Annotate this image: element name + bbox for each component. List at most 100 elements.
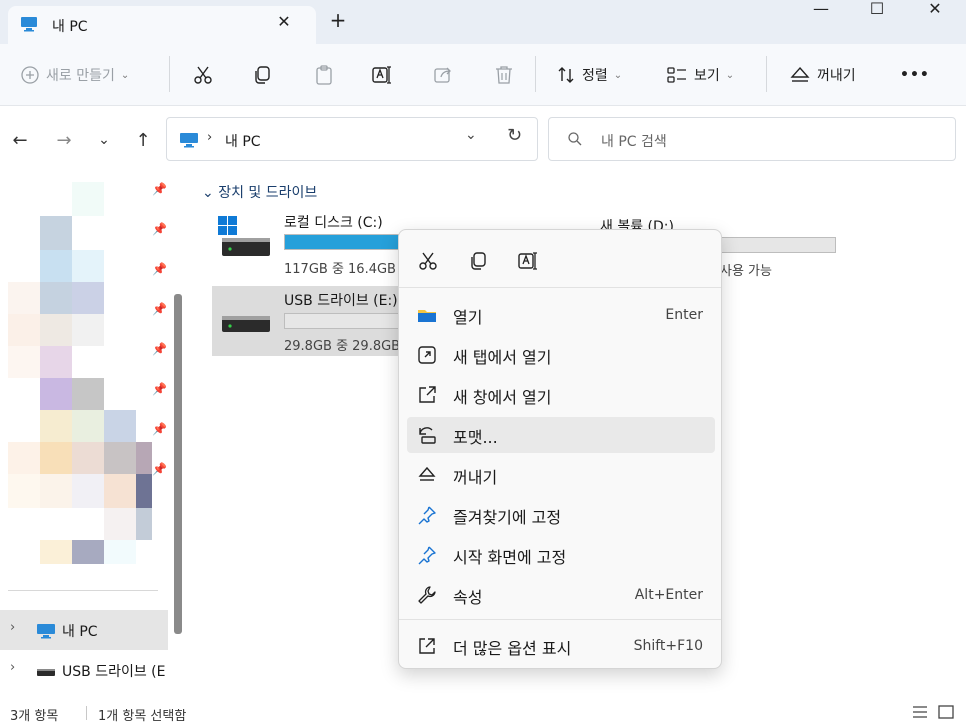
close-button[interactable]: ✕ — [910, 0, 960, 32]
pin-icon: 📌 — [152, 222, 167, 236]
menu-item-label: 즐겨찾기에 고정 — [453, 508, 562, 527]
rename-button[interactable] — [371, 60, 393, 90]
more-button[interactable]: ••• — [900, 60, 930, 90]
blurred-region — [40, 474, 72, 508]
monitor-icon — [179, 132, 199, 152]
search-icon — [567, 131, 583, 151]
sidebar-item-usb-drive[interactable]: › USB 드라이브 (E — [0, 650, 168, 690]
drive-icon — [218, 216, 274, 266]
menu-item-label: 시작 화면에 고정 — [453, 548, 567, 567]
title-bar: 내 PC ✕ + — ☐ ✕ — [0, 0, 966, 44]
blurred-region — [72, 282, 104, 314]
menu-item-properties[interactable]: 속성 Alt+Enter — [407, 577, 715, 613]
breadcrumb-this-pc[interactable]: 내 PC — [225, 131, 261, 151]
open-in-window-icon — [417, 385, 437, 405]
monitor-icon — [20, 16, 38, 32]
blurred-region — [40, 282, 72, 314]
status-divider — [86, 706, 87, 720]
blurred-region — [40, 410, 72, 442]
drive-space: 117GB 중 16.4GB — [284, 262, 396, 277]
forward-button[interactable]: → — [52, 130, 76, 151]
menu-item-shortcut: Enter — [665, 307, 703, 323]
menu-item-eject[interactable]: 꺼내기 — [407, 457, 715, 493]
cut-button[interactable] — [417, 250, 439, 276]
menu-item-open-in-new-tab[interactable]: 새 탭에서 열기 — [407, 337, 715, 373]
eject-button[interactable]: 꺼내기 — [789, 60, 856, 90]
blurred-region — [72, 410, 104, 442]
new-button[interactable]: 새로 만들기 ⌄ — [20, 60, 129, 90]
menu-item-pin-to-start[interactable]: 시작 화면에 고정 — [407, 537, 715, 573]
share-icon — [432, 64, 454, 86]
pin-icon: 📌 — [152, 342, 167, 356]
menu-item-shortcut: Alt+Enter — [634, 587, 703, 603]
up-button[interactable]: ↑ — [131, 130, 155, 151]
breadcrumb-chevron-icon[interactable]: › — [207, 130, 212, 145]
new-tab-button[interactable]: + — [326, 8, 350, 32]
delete-button[interactable] — [493, 60, 515, 90]
monitor-icon — [36, 623, 56, 643]
group-header[interactable]: ⌄ 장치 및 드라이브 — [202, 182, 317, 202]
eject-icon — [789, 65, 811, 85]
blurred-region — [72, 250, 104, 282]
address-bar[interactable]: › 내 PC ⌄ ↻ — [166, 117, 538, 161]
recent-locations-button[interactable]: ⌄ — [92, 132, 116, 148]
toolbar-divider — [766, 56, 767, 92]
menu-item-pin-to-favorites[interactable]: 즐겨찾기에 고정 — [407, 497, 715, 533]
address-dropdown-button[interactable]: ⌄ — [465, 127, 477, 143]
chevron-down-icon: ⌄ — [202, 185, 214, 201]
eject-icon — [417, 465, 437, 485]
chevron-right-icon[interactable]: › — [10, 660, 15, 675]
status-item-count: 3개 항목 — [10, 709, 59, 723]
group-header-label: 장치 및 드라이브 — [218, 185, 318, 201]
blurred-region — [8, 346, 40, 378]
format-icon — [417, 425, 437, 445]
sidebar-item-label: 내 PC — [62, 624, 98, 640]
menu-item-label: 속성 — [453, 588, 483, 607]
wrench-icon — [417, 585, 437, 605]
blurred-region — [72, 378, 104, 410]
paste-button[interactable] — [313, 60, 335, 90]
details-view-button[interactable] — [912, 705, 928, 723]
blurred-region — [104, 474, 136, 508]
sort-button[interactable]: 정렬 ⌄ — [556, 60, 622, 90]
status-selection: 1개 항목 선택함 — [98, 709, 187, 723]
tab-close-button[interactable]: ✕ — [272, 12, 296, 31]
refresh-button[interactable]: ↻ — [507, 125, 522, 146]
tiles-view-button[interactable] — [938, 705, 954, 723]
blurred-region — [104, 410, 136, 442]
share-button[interactable] — [432, 60, 454, 90]
nav-divider — [8, 590, 158, 591]
back-button[interactable]: ← — [8, 130, 32, 151]
rename-button[interactable] — [517, 250, 539, 276]
minimize-button[interactable]: — — [796, 0, 846, 32]
blurred-region — [136, 442, 152, 474]
copy-button[interactable] — [251, 60, 273, 90]
tab-this-pc[interactable]: 내 PC ✕ — [8, 6, 316, 44]
clipboard-icon — [313, 64, 335, 86]
blurred-region — [8, 314, 40, 346]
nav-scrollbar[interactable] — [174, 294, 182, 634]
menu-item-label: 꺼내기 — [453, 468, 498, 487]
maximize-button[interactable]: ☐ — [852, 0, 902, 32]
copy-icon — [467, 252, 489, 276]
menu-item-show-more-options[interactable]: 더 많은 옵션 표시 Shift+F10 — [407, 628, 715, 664]
chevron-right-icon[interactable]: › — [10, 620, 15, 635]
blurred-region — [8, 442, 40, 474]
sidebar-item-this-pc[interactable]: › 내 PC — [0, 610, 168, 650]
blurred-region — [72, 442, 104, 474]
copy-button[interactable] — [467, 250, 489, 276]
navigation-pane: 📌 📌 📌 📌 📌 📌 📌 📌 › 내 PC › USB 드라이브 (E — [0, 174, 188, 702]
rename-icon — [517, 252, 539, 276]
folder-icon — [417, 305, 437, 325]
pin-icon: 📌 — [152, 262, 167, 276]
blurred-region — [72, 474, 104, 508]
blurred-region — [72, 314, 104, 346]
menu-item-open[interactable]: 열기 Enter — [407, 297, 715, 333]
menu-item-format[interactable]: 포맷... — [407, 417, 715, 453]
search-box[interactable]: 내 PC 검색 — [548, 117, 956, 161]
view-button[interactable]: 보기 ⌄ — [666, 60, 734, 90]
menu-item-open-in-new-window[interactable]: 새 창에서 열기 — [407, 377, 715, 413]
status-bar: 3개 항목 1개 항목 선택함 — [0, 702, 966, 723]
cut-button[interactable] — [192, 60, 214, 90]
menu-item-label: 새 탭에서 열기 — [453, 348, 552, 367]
